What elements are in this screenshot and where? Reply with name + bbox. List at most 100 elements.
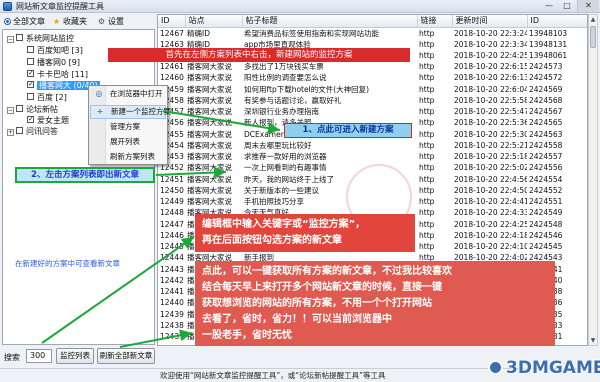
row-link[interactable]: http — [417, 106, 452, 117]
column-header-site[interactable]: 站点 — [185, 15, 243, 28]
tree-item[interactable]: 爱女主题 — [27, 114, 69, 126]
row-link[interactable]: http — [417, 61, 452, 72]
row-link[interactable]: http — [417, 241, 452, 252]
row-link[interactable]: http — [417, 207, 452, 218]
favorites-button[interactable]: ★ 收藏夹 — [52, 16, 87, 27]
row-link[interactable]: http — [417, 117, 452, 128]
collapse-icon[interactable]: − — [7, 36, 14, 43]
column-header-link[interactable]: 链接 — [417, 15, 453, 28]
row-link[interactable]: http — [417, 196, 452, 207]
row-time: 2018-10-20 22:5:21 — [454, 140, 527, 150]
refresh-all-button[interactable]: 刷新全部新文章 — [97, 348, 155, 364]
menu-item-manage-schemes[interactable]: 管理方案 — [90, 120, 166, 134]
table-row[interactable]: 12461 播客网大家说 多找出了1万块钱买车票 http 2018-10-20 22:… — [158, 61, 587, 72]
tree-item[interactable]: 百度知吧 [3] — [27, 45, 83, 56]
annotation-left-tip: 在新建好的方案中可查看新文章 — [15, 259, 120, 268]
row-link[interactable]: http — [417, 39, 452, 50]
row-time: 2018-10-20 22:4:10 — [454, 242, 527, 252]
row-link[interactable]: http — [417, 162, 452, 173]
tree-checkbox[interactable] — [27, 93, 34, 100]
tree-group-qa[interactable]: + 问讯问答 — [7, 126, 58, 137]
tree-item[interactable]: 百度 [2] — [27, 92, 67, 103]
tree-checkbox[interactable] — [27, 46, 34, 53]
tree-item[interactable]: 卡卡巴哈 [11] — [27, 68, 88, 80]
row-id: 12461 — [160, 62, 184, 72]
row-link[interactable]: http — [417, 84, 452, 95]
menu-item-refresh-list[interactable]: 刷新方案列表 — [90, 150, 166, 164]
menu-item-new-scheme[interactable]: + 新建一个监控方案 — [90, 105, 171, 119]
table-row[interactable]: 12460 播客网大家说 阳性比例的调查要怎么说 http 2018-10-20 22:… — [158, 72, 587, 83]
column-header-title[interactable]: 帖子标题 — [242, 15, 418, 28]
row-link[interactable]: http — [417, 174, 452, 185]
annotation-new-scheme-tip: 1、点此可进入新建方案 — [284, 123, 412, 138]
row-title: 如何用ftp下载hotel的文件(大神回复) — [244, 84, 370, 94]
table-row[interactable]: 12467 精确ID 希望消费品标签使用指南和实现网站功能 http 2018-10-2… — [158, 27, 587, 39]
row-article-id: 2424572 — [529, 73, 563, 83]
row-article-id: 2424549 — [529, 208, 563, 218]
row-link[interactable]: http — [417, 151, 452, 162]
tree-item[interactable]: 播客网0 [9] — [27, 57, 80, 68]
row-article-id: 2424548 — [529, 219, 563, 229]
row-id: 12444 — [160, 253, 184, 263]
maximize-button[interactable]: □ — [558, 0, 576, 12]
tree-checkbox[interactable] — [27, 79, 34, 90]
row-article-id: 2424554 — [529, 174, 563, 184]
all-articles-radio[interactable]: 全部文章 — [4, 16, 45, 27]
row-link[interactable]: http — [417, 27, 452, 39]
scroll-down-icon[interactable]: ▼ — [589, 336, 597, 345]
tree-group-site-monitor[interactable]: − 系统网站监控 — [7, 33, 74, 44]
row-id: 12460 — [160, 73, 184, 83]
vertical-scrollbar[interactable]: ▲ ▼ — [588, 14, 598, 346]
close-button[interactable]: ✕ — [577, 0, 599, 12]
row-link[interactable]: http — [417, 129, 452, 140]
table-row[interactable]: 12453 播客网大家说 求推荐一款好用的浏览器 http 2018-10-20 22:… — [158, 151, 587, 162]
scroll-up-icon[interactable]: ▲ — [589, 15, 597, 24]
table-row[interactable]: 12458 播客网大家说 有奖参与话题讨论，赢取好礼 http 2018-10-20 2… — [158, 95, 587, 106]
scheme-tree[interactable]: −系统网站监控 百度知吧 [3] 播客网0 [9] 卡卡巴哈 [11] 播客网大… — [2, 29, 155, 345]
tree-item-label: 播客网0 [9] — [37, 58, 80, 67]
row-id: 12445 — [160, 242, 184, 252]
collapse-icon[interactable]: − — [7, 107, 14, 114]
table-row[interactable]: 12454 播客网大家说 周末去哪里玩比较好 http 2018-10-20 22:5:… — [158, 140, 587, 151]
tree-checkbox[interactable] — [27, 114, 34, 125]
expand-icon[interactable]: + — [7, 129, 14, 136]
annotation-line: 点此，可以一键获取所有方案的新文章，不过我比较喜欢 — [202, 266, 452, 277]
table-row[interactable]: 12457 播客网大家说 深圳银行业务办理指南 http 2018-10-20 22:5… — [158, 106, 587, 117]
column-header-id[interactable]: ID — [158, 15, 186, 28]
row-id: 12443 — [160, 264, 184, 274]
monitor-list-button[interactable]: 监控列表 — [56, 348, 94, 364]
annotation-line: 获取想浏览的网站的所有方案，不用一个个打开网站 — [202, 298, 432, 309]
row-link[interactable]: http — [417, 185, 452, 196]
search-count-input[interactable]: 300 — [26, 349, 52, 363]
annotation-batch-box: 点此，可以一键获取所有方案的新文章，不过我比较喜欢 结合每天早上来打开多个网站新… — [195, 261, 555, 346]
tree-checkbox[interactable] — [16, 127, 23, 134]
table-row[interactable]: 12459 播客网大家说 如何用ftp下载hotel的文件(大神回复) http 201… — [158, 84, 587, 95]
minimize-button[interactable]: — — [540, 0, 558, 12]
column-header-article-id[interactable]: ID — [527, 15, 587, 28]
annotation-top-banner: 首先在左侧方案列表中右击，新建网站的监控方案 — [108, 48, 410, 62]
row-time: 2018-10-20 22:3:34 — [454, 39, 527, 49]
row-article-id: 2424552 — [529, 185, 563, 195]
row-site: 精确ID — [187, 28, 210, 38]
3dmgame-logo — [488, 360, 503, 375]
tree-checkbox[interactable] — [27, 68, 34, 79]
row-time: 2018-10-20 22:4:33 — [454, 208, 527, 218]
tree-checkbox[interactable] — [16, 34, 23, 41]
settings-button[interactable]: ⚙ 设置 — [97, 16, 124, 27]
tree-checkbox[interactable] — [27, 58, 34, 65]
row-link[interactable]: http — [417, 95, 452, 106]
row-link[interactable]: http — [417, 50, 452, 61]
row-link[interactable]: http — [417, 72, 452, 83]
menu-item-expand-list[interactable]: 展开列表 — [90, 135, 166, 149]
row-site: 播客网大家说 — [187, 107, 232, 117]
row-site: 播客网大家说 — [187, 197, 232, 207]
column-header-time[interactable]: 更新时间 — [452, 15, 528, 28]
row-link[interactable]: http — [417, 140, 452, 151]
row-time: 2018-10-20 22:5:47 — [454, 107, 527, 117]
row-link[interactable]: http — [417, 230, 452, 241]
scroll-thumb[interactable] — [590, 26, 596, 48]
row-site: 播客网大家说 — [187, 140, 232, 150]
tree-checkbox[interactable] — [16, 105, 23, 112]
row-link[interactable]: http — [417, 219, 452, 230]
menu-item-open-in-browser[interactable]: ◎ 在浏览器中打开 — [90, 87, 166, 101]
